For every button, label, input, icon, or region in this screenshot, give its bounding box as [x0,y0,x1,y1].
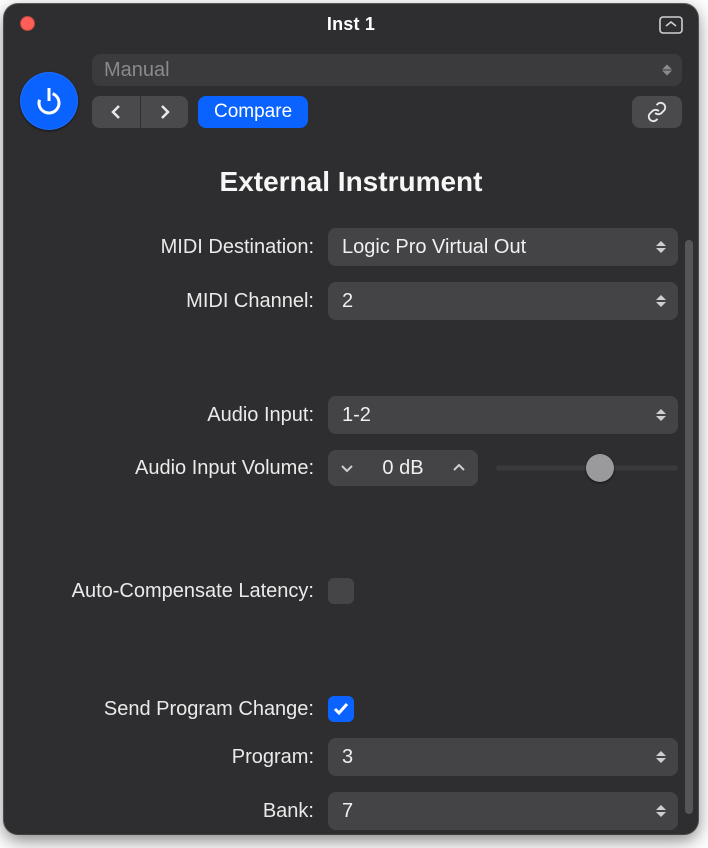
audio-input-label: Audio Input: [18,404,328,427]
audio-input-volume-label: Audio Input Volume: [18,457,328,480]
stepper-up-button[interactable] [450,459,468,477]
program-value: 3 [342,746,353,769]
preset-label: Manual [104,59,170,82]
auto-compensate-checkbox[interactable] [328,578,354,604]
bank-select[interactable]: 7 [328,792,678,830]
send-program-change-checkbox[interactable] [328,696,354,722]
midi-channel-label: MIDI Channel: [18,290,328,313]
chevron-updown-icon [656,751,666,763]
program-select[interactable]: 3 [328,738,678,776]
window-title: Inst 1 [4,14,698,35]
preset-select[interactable]: Manual [92,54,682,86]
close-button[interactable] [20,16,35,31]
plugin-title: External Instrument [18,166,684,198]
auto-compensate-label: Auto-Compensate Latency: [18,580,328,603]
program-label: Program: [18,746,328,769]
audio-input-volume-value: 0 dB [382,457,423,480]
chevron-updown-icon [656,409,666,421]
chevron-updown-icon [662,65,672,76]
midi-channel-value: 2 [342,290,353,313]
slider-thumb[interactable] [586,454,614,482]
preset-nav [92,96,188,128]
compare-button[interactable]: Compare [198,96,308,128]
next-preset-button[interactable] [140,96,188,128]
audio-input-volume-slider[interactable] [496,453,678,483]
chevron-updown-icon [656,241,666,253]
midi-destination-value: Logic Pro Virtual Out [342,236,526,259]
midi-destination-select[interactable]: Logic Pro Virtual Out [328,228,678,266]
scrollbar[interactable] [685,240,693,814]
plugin-content: External Instrument MIDI Destination: Lo… [4,138,698,830]
send-program-change-label: Send Program Change: [18,698,328,721]
bank-label: Bank: [18,800,328,823]
stepper-down-button[interactable] [338,459,356,477]
header: Manual Compare [4,44,698,138]
midi-destination-label: MIDI Destination: [18,236,328,259]
midi-channel-select[interactable]: 2 [328,282,678,320]
plugin-window: Inst 1 Manual [4,4,698,834]
audio-input-volume-stepper[interactable]: 0 dB [328,450,478,486]
audio-input-value: 1-2 [342,404,371,427]
prev-preset-button[interactable] [92,96,140,128]
power-button[interactable] [20,72,78,130]
chevron-updown-icon [656,295,666,307]
view-mode-icon[interactable] [658,13,684,35]
chevron-updown-icon [656,805,666,817]
bank-value: 7 [342,800,353,823]
audio-input-select[interactable]: 1-2 [328,396,678,434]
title-bar: Inst 1 [4,4,698,44]
link-button[interactable] [632,96,682,128]
